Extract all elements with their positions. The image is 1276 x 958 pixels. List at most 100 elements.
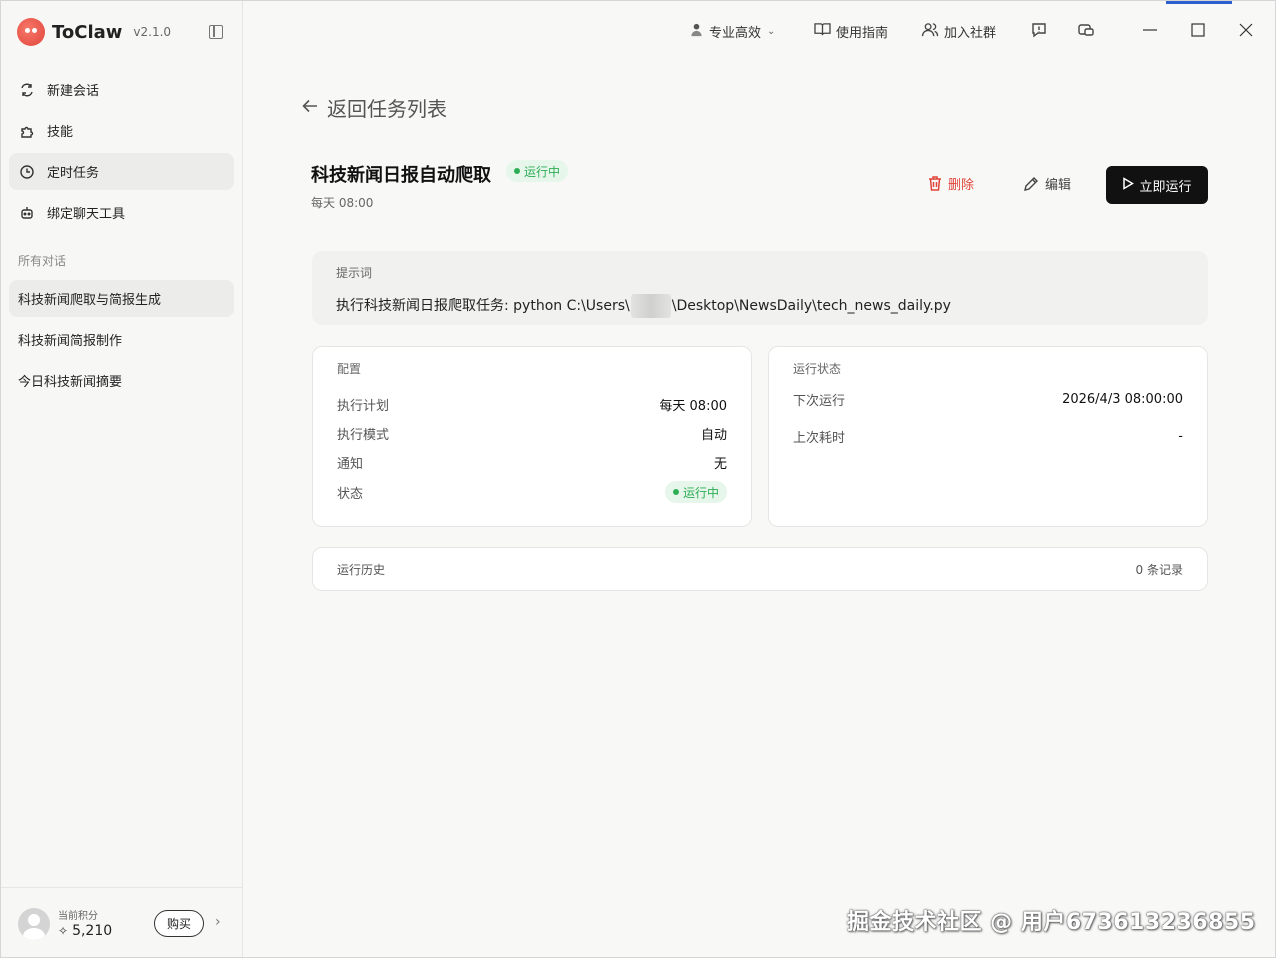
edit-button[interactable]: 编辑 — [1022, 174, 1071, 193]
chevron-right-icon[interactable]: › — [215, 914, 221, 930]
mode-selector[interactable]: 专业高效 ⌄ — [689, 21, 775, 41]
prompt-text-end: \Desktop\NewsDaily\tech_news_daily.py — [671, 298, 951, 314]
config-row: 状态 运行中 — [337, 481, 727, 503]
sidebar-footer: 当前积分 ✧ 5,210 购买 › — [1, 887, 242, 957]
watermark: 掘金技术社区 @ 用户673613236855 — [847, 910, 1256, 935]
topbar: 专业高效 ⌄ 使用指南 加入社群 — [244, 1, 1275, 61]
run-now-button[interactable]: 立即运行 — [1106, 166, 1208, 204]
users-icon — [921, 22, 939, 41]
conversation-list: 科技新闻爬取与简报生成 科技新闻简报制作 今日科技新闻摘要 — [9, 280, 234, 403]
config-value: 无 — [713, 457, 727, 472]
task-schedule: 每天 08:00 — [311, 196, 374, 210]
config-key: 状态 — [337, 486, 364, 502]
collapse-sidebar-icon[interactable] — [209, 25, 223, 39]
back-to-task-list[interactable]: 返回任务列表 — [301, 93, 447, 122]
sidebar-item-label: 新建会话 — [47, 84, 100, 99]
config-row: 执行计划 每天 08:00 — [337, 395, 727, 414]
status-row: 上次耗时 - — [793, 427, 1183, 446]
minimize-icon[interactable] — [1139, 19, 1161, 41]
accent-strip — [1166, 1, 1232, 4]
buy-button[interactable]: 购买 — [154, 910, 204, 937]
delete-button[interactable]: 删除 — [927, 174, 974, 193]
config-key: 执行模式 — [337, 428, 390, 443]
status-badge-label: 运行中 — [524, 164, 561, 179]
app-window: ToClaw v2.1.0 新建会话 技能 定时任务 绑定聊天工具 所有对话 科… — [0, 0, 1276, 958]
status-row: 下次运行 2026/4/3 08:00:00 — [793, 390, 1183, 409]
prompt-text: 执行科技新闻日报爬取任务: python C:\Users\ \Desktop\N… — [336, 294, 951, 318]
person-icon — [689, 22, 704, 41]
trash-icon — [927, 175, 943, 192]
status-dot-icon — [514, 168, 520, 174]
back-label: 返回任务列表 — [327, 97, 447, 121]
sidebar-item-scheduled-tasks[interactable]: 定时任务 — [9, 153, 234, 190]
prompt-box: 提示词 执行科技新闻日报爬取任务: python C:\Users\ \Deskt… — [312, 251, 1208, 325]
community-button[interactable]: 加入社群 — [921, 21, 996, 41]
status-badge: 运行中 — [506, 160, 569, 182]
run-history-count: 0 条记录 — [1135, 562, 1183, 577]
status-key: 上次耗时 — [793, 431, 846, 446]
config-card: 配置 执行计划 每天 08:00 执行模式 自动 通知 无 状态 运行中 — [312, 346, 752, 527]
run-now-label: 立即运行 — [1139, 179, 1192, 195]
config-key: 通知 — [337, 457, 364, 472]
status-key: 下次运行 — [793, 394, 846, 409]
app-version: v2.1.0 — [133, 25, 172, 39]
config-card-title: 配置 — [337, 362, 362, 376]
clock-icon — [19, 164, 35, 180]
sidebar: ToClaw v2.1.0 新建会话 技能 定时任务 绑定聊天工具 所有对话 科… — [1, 1, 243, 957]
sparkle-icon: ✧ — [58, 924, 69, 938]
delete-label: 删除 — [948, 178, 975, 193]
app-name: ToClaw — [52, 21, 123, 43]
status-value: 2026/4/3 08:00:00 — [1062, 392, 1183, 407]
sidebar-nav: 新建会话 技能 定时任务 绑定聊天工具 — [9, 71, 234, 235]
redacted-username — [630, 294, 671, 318]
run-status-card: 运行状态 下次运行 2026/4/3 08:00:00 上次耗时 - — [768, 346, 1208, 527]
play-icon — [1122, 177, 1135, 193]
book-icon — [814, 22, 831, 41]
bot-icon — [19, 205, 35, 221]
run-history-title: 运行历史 — [337, 562, 386, 577]
status-badge-label: 运行中 — [682, 485, 719, 500]
sidebar-item-label: 绑定聊天工具 — [47, 207, 126, 222]
task-title: 科技新闻日报自动爬取 — [311, 165, 491, 186]
conversations-section-title: 所有对话 — [18, 254, 67, 268]
close-icon[interactable] — [1235, 19, 1257, 41]
run-history-bar[interactable]: 运行历史 0 条记录 — [312, 547, 1208, 591]
conversation-item[interactable]: 今日科技新闻摘要 — [9, 362, 234, 399]
brand: ToClaw v2.1.0 — [17, 17, 171, 47]
mode-label: 专业高效 — [709, 25, 762, 41]
conversation-item[interactable]: 科技新闻简报制作 — [9, 321, 234, 358]
toclaw-logo-icon — [17, 18, 45, 46]
pencil-icon — [1022, 175, 1040, 193]
config-row: 执行模式 自动 — [337, 424, 727, 443]
chevron-down-icon: ⌄ — [767, 25, 776, 37]
config-row: 通知 无 — [337, 453, 727, 472]
puzzle-icon — [19, 123, 35, 139]
prompt-label: 提示词 — [336, 266, 373, 280]
prompt-text-start: 执行科技新闻日报爬取任务: python C:\Users\ — [336, 298, 630, 314]
window-switch-icon[interactable] — [1075, 19, 1097, 41]
run-status-card-title: 运行状态 — [793, 362, 842, 376]
guide-button[interactable]: 使用指南 — [814, 21, 888, 41]
sidebar-item-new-chat[interactable]: 新建会话 — [9, 71, 234, 108]
community-label: 加入社群 — [944, 25, 997, 41]
arrow-left-icon — [301, 96, 319, 120]
status-badge: 运行中 — [664, 481, 727, 503]
guide-label: 使用指南 — [836, 25, 889, 41]
edit-label: 编辑 — [1045, 178, 1072, 193]
status-dot-icon — [672, 489, 679, 495]
sidebar-item-skills[interactable]: 技能 — [9, 112, 234, 149]
config-value: 自动 — [700, 428, 727, 443]
maximize-icon[interactable] — [1187, 19, 1209, 41]
sidebar-item-bind-chat-tools[interactable]: 绑定聊天工具 — [9, 194, 234, 231]
sidebar-item-label: 定时任务 — [47, 166, 100, 181]
feedback-icon[interactable] — [1028, 19, 1050, 41]
sidebar-item-label: 技能 — [47, 125, 74, 140]
points-label: 当前积分 — [58, 911, 98, 922]
conversation-item[interactable]: 科技新闻爬取与简报生成 — [9, 280, 234, 317]
config-value: 每天 08:00 — [659, 399, 727, 414]
chat-refresh-icon — [19, 82, 35, 98]
avatar[interactable] — [18, 908, 50, 940]
config-key: 执行计划 — [337, 399, 390, 414]
points-value: ✧ 5,210 — [58, 923, 112, 939]
status-value: - — [1178, 429, 1183, 444]
